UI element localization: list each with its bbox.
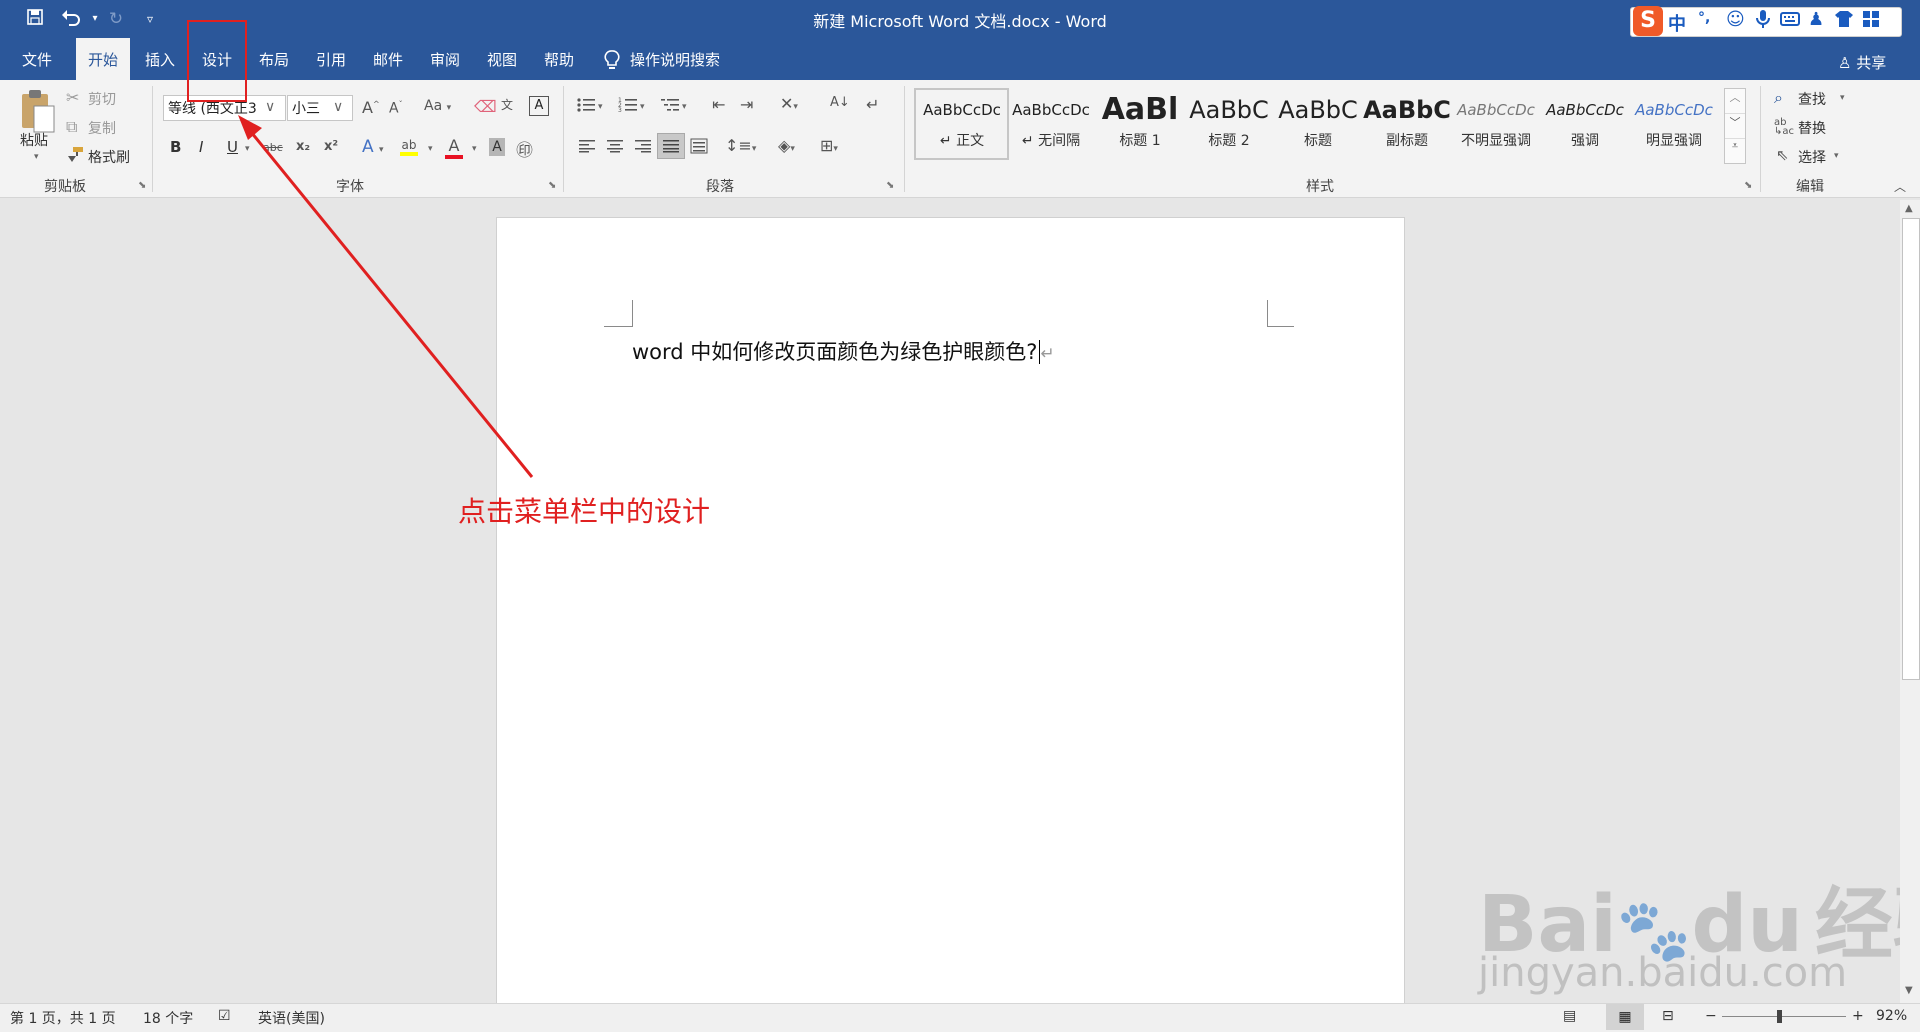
print-layout-icon: ▦ [1618,1009,1632,1025]
print-layout-button[interactable]: ▦ [1606,1004,1644,1030]
page-count[interactable]: 第 1 页，共 1 页 [10,1008,116,1028]
scroll-thumb[interactable] [1902,218,1920,680]
scroll-down-icon[interactable]: ▼ [1905,985,1913,996]
web-layout-icon[interactable]: ⊟ [1662,1008,1674,1024]
annotation-caption: 点击菜单栏中的设计 [458,495,711,528]
language[interactable]: 英语(美国) [258,1008,325,1028]
zoom-in-button[interactable]: + [1852,1008,1864,1024]
zoom-level[interactable]: 92% [1876,1008,1907,1024]
zoom-out-button[interactable]: − [1705,1008,1717,1024]
zoom-slider-track[interactable] [1722,1016,1846,1017]
read-mode-icon[interactable]: ▤ [1563,1008,1576,1024]
proofing-icon[interactable]: ☑ [218,1008,231,1024]
watermark-url: jingyan.baidu.com [1478,950,1848,996]
scroll-up-icon[interactable]: ▲ [1905,203,1913,214]
zoom-slider-thumb[interactable] [1777,1010,1782,1023]
word-count[interactable]: 18 个字 [143,1008,193,1028]
